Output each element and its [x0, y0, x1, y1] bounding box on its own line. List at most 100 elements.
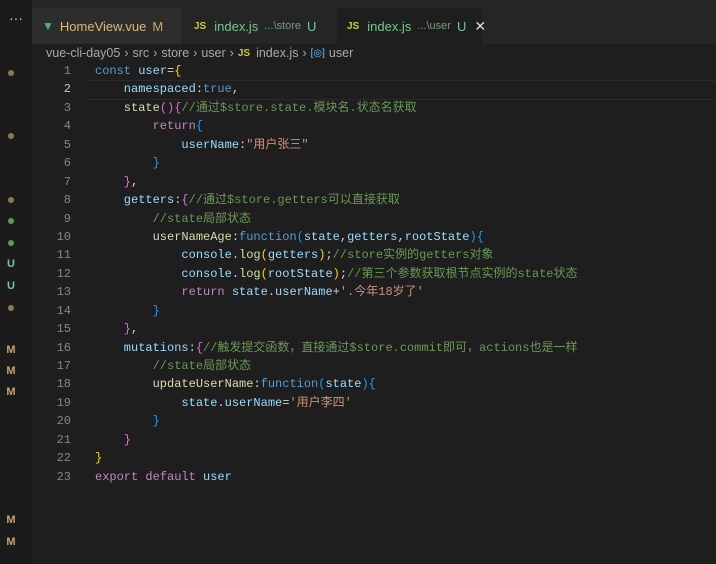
code-line[interactable]: 13 return state. userName + '.今年18岁了'	[32, 283, 577, 301]
code-editor[interactable]: 1 const user ={2 namespaced: true, 3 state()…	[32, 62, 578, 486]
code-token: getters	[267, 248, 319, 263]
untracked-marker: U	[7, 258, 15, 270]
code-line[interactable]: 14 }	[32, 302, 577, 320]
code-line[interactable]: 21 }	[32, 431, 577, 449]
line-number: 1	[63, 64, 71, 78]
untracked-badge: U	[307, 18, 317, 34]
code-token: {	[476, 229, 484, 244]
code-line[interactable]: 19 state. userName = '用户李四'	[32, 394, 577, 412]
tab-label: index.js	[214, 18, 259, 34]
modified-marker: M	[6, 514, 16, 526]
code-token: mutations	[95, 340, 189, 355]
code-line[interactable]: 22}	[32, 449, 577, 467]
code-token: =	[167, 64, 175, 78]
tab-store-index[interactable]: JS index.js ...\store U	[184, 8, 334, 44]
code-token: return	[95, 119, 196, 134]
js-icon: JS	[347, 20, 360, 32]
line-number: 14	[56, 303, 71, 318]
code-token: =	[282, 395, 290, 410]
code-token: (	[296, 229, 304, 244]
breadcrumb-item[interactable]: vue-cli-day05	[46, 46, 120, 60]
code-token: user	[203, 469, 232, 484]
code-line[interactable]: 3 state(){//通过$store.state.模块名.状态名获取	[32, 99, 577, 117]
code-line[interactable]: 20 }	[32, 412, 577, 430]
code-line[interactable]: 12 console. log(rootState);//第三个参数获取根节点实例…	[32, 265, 578, 283]
line-number: 8	[63, 193, 71, 208]
code-line[interactable]: 1 const user ={	[32, 62, 577, 80]
line-number: 4	[63, 119, 71, 134]
untracked-badge: U	[456, 18, 467, 34]
code-token: export	[95, 469, 146, 484]
code-token: log	[239, 248, 261, 263]
code-token: rootState	[404, 229, 470, 244]
code-token: {	[174, 100, 182, 115]
code-token: getters	[347, 229, 398, 244]
code-token: +	[332, 285, 340, 300]
code-line[interactable]: 18 updateUserName: function(state){	[32, 375, 577, 393]
line-number: 7	[63, 174, 71, 189]
change-dot-icon	[8, 240, 14, 246]
code-token: default	[145, 469, 204, 484]
breadcrumb-item[interactable]: src	[133, 46, 150, 60]
vue-icon: ▼	[42, 19, 54, 33]
code-line[interactable]: 8 getters:{//通过$store.getters可以直接获取	[32, 191, 577, 209]
modified-marker: M	[6, 386, 16, 398]
code-token: )	[361, 377, 369, 392]
code-line[interactable]: 17 //state局部状态	[32, 357, 577, 375]
code-line[interactable]: 11 console. log(getters);//store实例的getter…	[32, 246, 577, 264]
code-token: (	[260, 266, 268, 281]
modified-marker: M	[6, 344, 16, 356]
tab-homeview[interactable]: ▼ HomeView.vue M	[32, 8, 182, 44]
line-number: 2	[63, 82, 71, 97]
more-actions-icon[interactable]: ···	[0, 10, 32, 26]
modified-badge: M	[152, 18, 164, 34]
code-line[interactable]: 15 },	[32, 320, 577, 338]
code-token: //store实例的getters对象	[332, 248, 494, 263]
code-line[interactable]: 10 userNameAge: function(state, getters, ro…	[32, 228, 577, 246]
tab-user-index[interactable]: JS index.js ...\user U ✕	[337, 8, 486, 44]
code-token: )	[318, 248, 326, 263]
code-line[interactable]: 4 return{	[32, 117, 577, 135]
code-line[interactable]: 5 userName: "用户张三"	[32, 136, 577, 154]
line-number: 3	[63, 100, 71, 115]
breadcrumb-item[interactable]: index.js	[256, 46, 298, 60]
code-token: ,	[131, 322, 139, 337]
code-token: updateUserName	[95, 377, 254, 392]
code-token: "用户张三"	[246, 137, 309, 152]
code-token: function	[239, 229, 297, 244]
line-number: 22	[56, 451, 71, 466]
code-token: console	[95, 248, 232, 263]
code-line[interactable]: 7 },	[32, 173, 577, 191]
code-token: (	[260, 248, 268, 263]
breadcrumb-item[interactable]: store	[161, 46, 189, 60]
code-token: :	[195, 82, 204, 97]
change-dot-icon	[8, 70, 14, 76]
close-icon[interactable]: ✕	[474, 18, 486, 35]
code-token: :	[231, 229, 240, 244]
breadcrumb-item[interactable]: user	[329, 46, 353, 60]
code-token: userNameAge	[95, 229, 232, 244]
line-number: 13	[56, 285, 71, 300]
code-line[interactable]: 2 namespaced: true,	[32, 80, 577, 98]
code-token: state	[95, 395, 218, 410]
line-number: 10	[56, 229, 71, 244]
variable-icon: [◎]	[310, 47, 325, 59]
code-line[interactable]: 6 }	[32, 154, 577, 172]
line-number: 6	[63, 156, 71, 171]
code-line[interactable]: 23 export default user	[32, 468, 577, 486]
code-line[interactable]: 9 //state局部状态	[32, 210, 577, 228]
code-token: .	[267, 285, 276, 300]
code-token: true	[203, 82, 232, 97]
code-token: }	[95, 432, 132, 447]
code-line[interactable]: 16 mutations:{//触发提交函数，直接通过$store.commit…	[32, 339, 578, 357]
scm-gutter: ··· U U M M M M M	[0, 0, 32, 564]
code-token: .	[231, 248, 240, 263]
breadcrumb-item[interactable]: user	[201, 46, 225, 60]
line-number: 20	[56, 414, 71, 429]
code-token: log	[239, 266, 261, 281]
code-token: )	[332, 266, 340, 281]
code-token: {	[195, 340, 204, 355]
code-token: '.今年18岁了'	[339, 285, 424, 300]
code-token: //第三个参数获取根节点实例的state状态	[347, 266, 578, 281]
code-token: //通过$store.state.模块名.状态名获取	[181, 100, 417, 115]
